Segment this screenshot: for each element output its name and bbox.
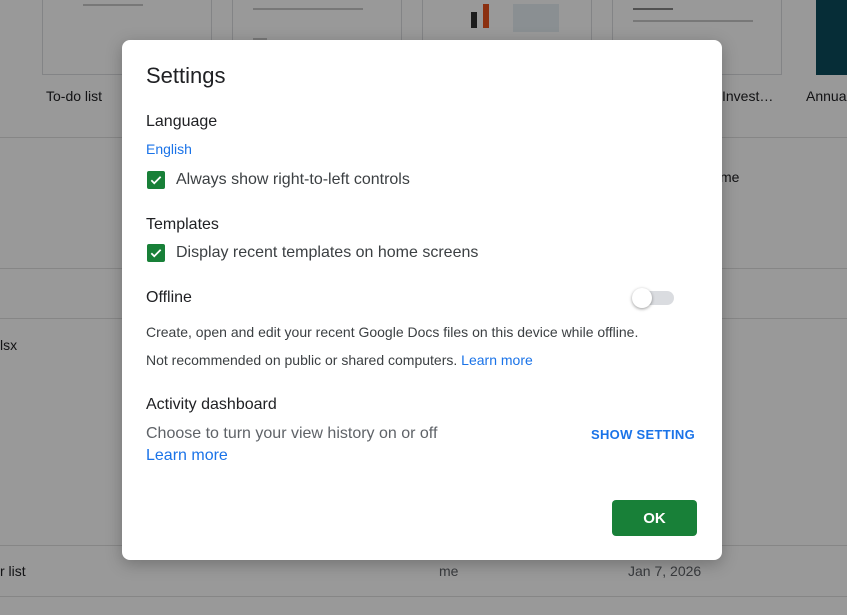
language-select-link[interactable]: English xyxy=(146,141,192,157)
offline-learn-more-link[interactable]: Learn more xyxy=(461,352,533,368)
rtl-controls-option[interactable]: Always show right-to-left controls xyxy=(147,171,410,189)
checkmark-icon xyxy=(150,176,162,185)
recent-templates-checkbox[interactable] xyxy=(147,244,165,262)
offline-heading: Offline xyxy=(146,289,192,306)
templates-heading: Templates xyxy=(146,216,219,233)
activity-learn-more-link[interactable]: Learn more xyxy=(146,447,228,465)
language-heading: Language xyxy=(146,113,218,130)
offline-description: Create, open and edit your recent Google… xyxy=(146,324,639,340)
activity-description: Choose to turn your view history on or o… xyxy=(146,425,438,442)
rtl-label: Always show right-to-left controls xyxy=(176,171,410,188)
activity-heading: Activity dashboard xyxy=(146,396,277,413)
ok-button[interactable]: OK xyxy=(612,500,697,536)
offline-warning: Not recommended on public or shared comp… xyxy=(146,352,458,368)
offline-toggle[interactable] xyxy=(632,288,678,308)
checkmark-icon xyxy=(150,249,162,258)
recent-templates-label: Display recent templates on home screens xyxy=(176,244,479,261)
toggle-knob xyxy=(632,288,652,308)
dialog-title: Settings xyxy=(146,63,226,88)
recent-templates-option[interactable]: Display recent templates on home screens xyxy=(147,244,478,262)
offline-warning-line: Not recommended on public or shared comp… xyxy=(146,352,533,368)
rtl-checkbox[interactable] xyxy=(147,171,165,189)
settings-dialog: Settings Language English Always show ri… xyxy=(122,40,722,560)
show-setting-button[interactable]: SHOW SETTING xyxy=(591,427,695,442)
